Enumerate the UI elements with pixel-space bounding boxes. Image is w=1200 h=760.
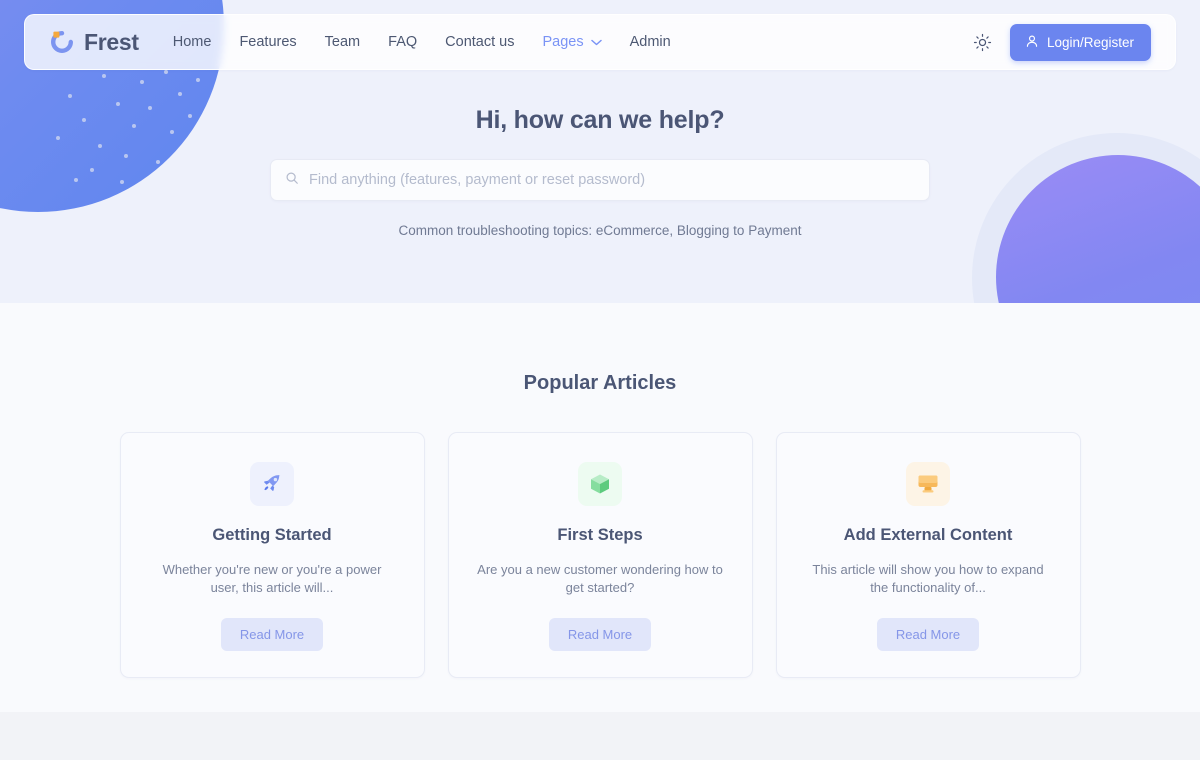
article-title: Getting Started (212, 526, 332, 544)
brand-name: Frest (84, 28, 139, 55)
article-card-getting-started[interactable]: Getting Started Whether you're new or yo… (119, 432, 425, 678)
article-card-list: Getting Started Whether you're new or yo… (0, 432, 1200, 678)
login-register-button[interactable]: Login/Register (1009, 23, 1151, 61)
nav-item-features[interactable]: Features (239, 34, 296, 50)
navbar-actions: Login/Register (973, 23, 1151, 61)
navbar: Frest Home Features Team FAQ Contact us … (24, 14, 1176, 70)
article-description: Are you a new customer wondering how to … (477, 562, 723, 596)
main-navigation: Home Features Team FAQ Contact us Pages … (173, 33, 671, 51)
frest-spinner-logo-icon (49, 29, 75, 55)
article-card-add-external-content[interactable]: Add External Content This article will s… (775, 432, 1081, 678)
article-title: First Steps (557, 526, 643, 544)
monitor-icon (906, 462, 950, 506)
search-input[interactable] (309, 172, 915, 188)
login-register-label: Login/Register (1046, 34, 1134, 50)
troubleshooting-topics: Common troubleshooting topics: eCommerce… (398, 223, 802, 238)
nav-item-team[interactable]: Team (325, 34, 360, 50)
nav-item-faq[interactable]: FAQ (388, 34, 417, 50)
search-wrapper (270, 159, 930, 201)
popular-articles-section: Popular Articles Getting Started Whether… (0, 303, 1200, 712)
popular-articles-heading: Popular Articles (523, 372, 677, 394)
chevron-down-icon (590, 33, 602, 51)
read-more-button[interactable]: Read More (220, 617, 324, 651)
article-description: This article will show you how to expand… (812, 562, 1044, 596)
search-box[interactable] (270, 159, 930, 201)
article-card-first-steps[interactable]: First Steps Are you a new customer wonde… (447, 432, 753, 678)
nav-item-contact-us[interactable]: Contact us (445, 34, 514, 50)
page-title: Hi, how can we help? (475, 106, 725, 134)
article-title: Add External Content (843, 526, 1013, 544)
read-more-button[interactable]: Read More (876, 617, 980, 651)
user-icon (1025, 34, 1039, 51)
search-icon (285, 171, 299, 190)
nav-item-pages-label: Pages (542, 34, 584, 50)
sun-icon[interactable] (973, 33, 992, 52)
nav-item-pages[interactable]: Pages (542, 33, 602, 51)
rocket-icon (250, 462, 294, 506)
article-description: Whether you're new or you're a power use… (162, 562, 382, 596)
brand-logo[interactable]: Frest (49, 29, 139, 56)
cube-icon (578, 462, 622, 506)
nav-item-home[interactable]: Home (173, 34, 212, 50)
nav-item-admin[interactable]: Admin (630, 34, 671, 50)
footer-band (0, 712, 1200, 760)
page-root: Hi, how can we help? Common troubleshoot… (0, 0, 1200, 760)
read-more-button[interactable]: Read More (548, 617, 652, 651)
